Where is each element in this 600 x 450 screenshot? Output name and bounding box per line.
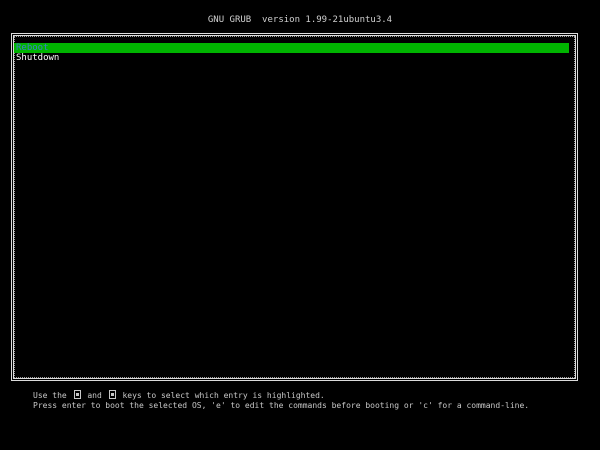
up-arrow-key-icon (73, 390, 81, 399)
grub-header-title: GNU GRUB version 1.99-21ubuntu3.4 (207, 15, 393, 25)
boot-menu-frame (11, 33, 578, 381)
help-text: Use the and keys to select which entry i… (33, 390, 593, 411)
help-line-navigation: Use the and keys to select which entry i… (33, 390, 325, 400)
menu-entry-reboot[interactable]: Reboot (14, 43, 569, 53)
help-line-commands: Press enter to boot the selected OS, 'e'… (33, 401, 530, 410)
boot-menu: Reboot Shutdown (14, 43, 569, 63)
menu-entry-shutdown[interactable]: Shutdown (14, 53, 569, 63)
down-arrow-key-icon (108, 390, 116, 399)
